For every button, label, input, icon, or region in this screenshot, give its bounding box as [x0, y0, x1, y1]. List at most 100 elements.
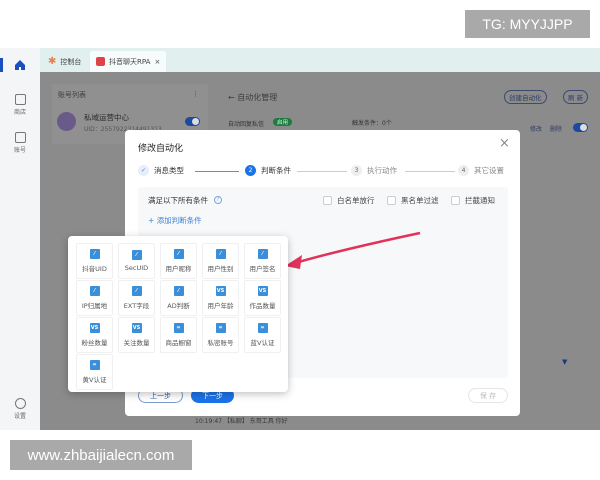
blacklist-checkbox[interactable]: 黑名单过滤 — [387, 195, 439, 206]
automation-title: 自动化管理 — [237, 93, 278, 102]
step-conditions[interactable]: 2 判断条件 — [245, 165, 291, 176]
checkbox-label: 白名单放行 — [337, 196, 375, 205]
watermark-bottom: www.zhbaijialecn.com — [10, 440, 192, 470]
help-icon[interactable]: ? — [214, 196, 222, 204]
edit-icon: ⁄ — [131, 286, 142, 296]
condition-option-label: 商品橱窗 — [165, 339, 192, 347]
condition-option-label: 粉丝数量 — [81, 339, 108, 347]
intercept-notify-checkbox[interactable]: 拦截通知 — [451, 195, 495, 206]
condition-option[interactable]: = 商品橱窗 — [160, 317, 197, 353]
sidebar-item-store[interactable]: 商店 — [0, 94, 40, 116]
avatar — [57, 112, 76, 131]
step-label: 消息类型 — [154, 166, 184, 175]
edit-icon: ⁄ — [131, 250, 142, 260]
condition-option-label: 黄V认证 — [82, 376, 107, 384]
sidebar-item-account[interactable]: 账号 — [0, 132, 40, 154]
vs-icon: VS — [257, 286, 268, 296]
condition-option-label: 用户签名 — [249, 265, 276, 273]
condition-option[interactable]: VS 用户年龄 — [202, 280, 239, 316]
condition-option-label: AD判断 — [167, 302, 190, 310]
vs-icon: VS — [215, 286, 226, 296]
gear-icon — [14, 398, 26, 409]
add-condition-label: 添加判断条件 — [156, 216, 202, 225]
create-automation-button[interactable]: 创建自动化 — [504, 90, 547, 104]
sidebar-label: 账号 — [13, 147, 26, 154]
condition-option[interactable]: ⁄ EXT字段 — [118, 280, 155, 316]
sidebar-label: 设置 — [13, 413, 26, 420]
condition-option-label: 用户昵称 — [165, 265, 192, 273]
tab-label: 控制台 — [60, 57, 82, 66]
dialog-title: 修改自动化 — [138, 144, 184, 154]
condition-option[interactable]: = 蓝V认证 — [244, 317, 281, 353]
condition-option[interactable]: VS 关注数量 — [118, 317, 155, 353]
rule-toggle[interactable] — [573, 123, 588, 132]
plus-icon: + — [148, 216, 155, 225]
step-message-type[interactable]: ✓ 消息类型 — [138, 165, 184, 176]
condition-option[interactable]: ⁄ SecUID — [118, 243, 155, 279]
watermark-top: TG: MYYJJPP — [465, 10, 590, 38]
step-number: 3 — [351, 165, 362, 176]
rule-name: 自动回复私信 — [228, 121, 265, 128]
refresh-button[interactable]: 刷 新 — [563, 90, 589, 104]
condition-option[interactable]: ⁄ 用户性别 — [202, 243, 239, 279]
condition-option[interactable]: ⁄ 用户签名 — [244, 243, 281, 279]
whitelist-checkbox[interactable]: 白名单放行 — [323, 195, 375, 206]
tab-console[interactable]: ✱ 控制台 — [42, 51, 87, 72]
tab-douyin-rpa[interactable]: 抖音聊天RPA × — [90, 51, 167, 72]
close-icon[interactable]: × — [499, 136, 510, 151]
condition-option[interactable]: VS 作品数量 — [244, 280, 281, 316]
account-icon — [14, 132, 26, 143]
sidebar: 商店 账号 设置 — [0, 48, 40, 430]
condition-option-label: 用户性别 — [207, 265, 234, 273]
condition-option[interactable]: ⁄ 抖音UID — [76, 243, 113, 279]
equals-icon: = — [215, 323, 226, 333]
step-other-settings[interactable]: 4 其它设置 — [458, 165, 504, 176]
back-icon[interactable]: ← — [228, 93, 235, 102]
condition-option[interactable]: ⁄ 用户昵称 — [160, 243, 197, 279]
step-label: 判断条件 — [261, 166, 291, 175]
step-actions[interactable]: 3 执行动作 — [351, 165, 397, 176]
condition-option-label: EXT字段 — [123, 302, 150, 310]
step-label: 执行动作 — [367, 166, 397, 175]
console-icon: ✱ — [48, 56, 57, 67]
checkbox-label: 拦截通知 — [465, 196, 495, 205]
edit-icon: ⁄ — [215, 249, 226, 259]
condition-type-popup: ⁄ 抖音UID ⁄ SecUID ⁄ 用户昵称 ⁄ 用户性别 ⁄ 用户签名 ⁄ IP归属地 ⁄ EXT字段… — [68, 236, 288, 392]
condition-option-label: 蓝V认证 — [250, 339, 275, 347]
equals-icon: = — [257, 323, 268, 333]
save-button[interactable]: 保 存 — [468, 388, 508, 403]
add-condition-button[interactable]: + 添加判断条件 — [148, 215, 202, 226]
edit-link[interactable]: 修改 — [530, 124, 542, 133]
condition-option[interactable]: ⁄ IP归属地 — [76, 280, 113, 316]
equals-icon: = — [89, 360, 100, 370]
delete-link[interactable]: 删除 — [550, 124, 562, 133]
edit-icon: ⁄ — [173, 249, 184, 259]
edit-icon: ⁄ — [257, 249, 268, 259]
more-icon[interactable]: ⋮ — [192, 90, 199, 98]
condition-option[interactable]: = 黄V认证 — [76, 354, 113, 390]
condition-option-label: 抖音UID — [82, 265, 107, 273]
edit-icon: ⁄ — [89, 249, 100, 259]
account-name: 私域运营中心 — [84, 113, 129, 122]
condition-option-label: 私密账号 — [207, 339, 234, 347]
account-toggle[interactable] — [185, 117, 200, 126]
condition-option[interactable]: VS 粉丝数量 — [76, 317, 113, 353]
condition-option-label: SecUID — [124, 264, 149, 272]
home-icon — [15, 60, 25, 70]
close-tab-icon[interactable]: × — [154, 58, 160, 66]
condition-option[interactable]: ⁄ AD判断 — [160, 280, 197, 316]
vs-icon: VS — [89, 323, 100, 333]
dropdown-icon[interactable]: ▼ — [562, 358, 567, 366]
sidebar-label: 商店 — [13, 109, 26, 116]
douyin-icon — [96, 57, 105, 66]
vs-icon: VS — [131, 323, 142, 333]
condition-option-label: 作品数量 — [249, 302, 276, 310]
condition-option-label: 用户年龄 — [207, 302, 234, 310]
store-icon — [14, 94, 26, 105]
sidebar-item-home[interactable] — [0, 56, 40, 76]
red-arrow-annotation — [285, 231, 421, 269]
sidebar-item-settings[interactable]: 设置 — [0, 398, 40, 420]
condition-label: 满足以下所有条件 — [148, 196, 208, 205]
check-icon: ✓ — [138, 165, 149, 176]
condition-option[interactable]: = 私密账号 — [202, 317, 239, 353]
